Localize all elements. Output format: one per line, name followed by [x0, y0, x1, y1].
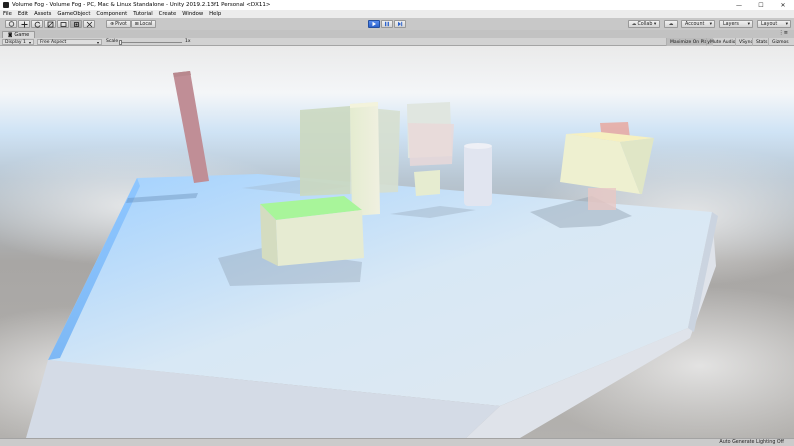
pivot-icon: ⊕	[110, 21, 115, 27]
window-controls: — ☐ ✕	[728, 0, 794, 10]
chevron-down-icon: ▾	[28, 39, 31, 45]
mute-audio-label: Mute Audio	[710, 39, 736, 45]
game-view-toolbar: Display 1 ▾ Free Aspect ▾ Scale 1x Maxim…	[0, 38, 794, 46]
layers-label: Layers	[723, 21, 739, 27]
unity-logo-icon	[3, 2, 9, 8]
chevron-down-icon: ▾	[96, 39, 99, 45]
gizmos-label: Gizmos	[772, 39, 789, 45]
hand-tool-button[interactable]	[5, 20, 17, 28]
minimize-button[interactable]: —	[728, 0, 750, 10]
local-icon: ⊞	[134, 21, 139, 27]
menu-window[interactable]: Window	[179, 11, 206, 17]
scale-label: Scale	[106, 39, 119, 44]
rotate-icon	[34, 21, 40, 28]
hand-icon	[8, 21, 14, 27]
display-dropdown[interactable]: Display 1 ▾	[2, 39, 34, 45]
chevron-down-icon: ▾	[747, 21, 750, 27]
menu-gameobject[interactable]: GameObject	[54, 11, 93, 17]
layout-dropdown[interactable]: Layout ▾	[757, 20, 791, 28]
collab-label: Collab ▾	[637, 21, 657, 27]
menu-bar: File Edit Assets GameObject Component Tu…	[0, 10, 794, 18]
step-icon	[398, 21, 403, 27]
close-button[interactable]: ✕	[772, 0, 794, 10]
cylinder	[464, 144, 492, 206]
custom-tool-button[interactable]	[83, 20, 95, 28]
play-icon	[372, 21, 376, 27]
collab-button[interactable]: ☁ Collab ▾	[628, 20, 660, 28]
account-label: Account	[685, 21, 705, 27]
scale-slider-thumb[interactable]	[119, 39, 122, 45]
rect-tool-button[interactable]	[57, 20, 69, 28]
menu-assets[interactable]: Assets	[31, 11, 54, 17]
pivot-toggle[interactable]: ⊕ Pivot	[106, 20, 131, 28]
cylinder-top	[464, 143, 492, 149]
stats-label: Stats	[756, 39, 768, 45]
menu-help[interactable]: Help	[206, 11, 224, 17]
transform-icon	[73, 21, 79, 27]
status-bar: Auto Generate Lighting Off	[0, 438, 794, 446]
layers-dropdown[interactable]: Layers ▾	[719, 20, 753, 28]
scale-value: 1x	[185, 39, 191, 44]
play-button[interactable]	[368, 20, 380, 28]
aspect-dropdown[interactable]: Free Aspect ▾	[37, 39, 102, 45]
services-button[interactable]: ☁	[664, 20, 678, 28]
chevron-down-icon: ▾	[709, 21, 712, 27]
pivot-label: Pivot	[115, 21, 127, 27]
local-toggle[interactable]: ⊞ Local	[131, 20, 156, 28]
move-icon	[21, 21, 27, 27]
move-tool-button[interactable]	[18, 20, 30, 28]
tall-column	[350, 102, 380, 216]
game-icon: ◙	[8, 32, 13, 38]
window-titlebar: Volume Fog - Volume Fog - PC, Mac & Linu…	[0, 0, 794, 10]
aspect-label: Free Aspect	[40, 39, 67, 45]
tab-bar: ◙ Game ⋮≡	[0, 30, 794, 38]
layout-label: Layout	[761, 21, 778, 27]
pause-icon	[385, 21, 389, 27]
pink-box	[408, 123, 454, 166]
local-label: Local	[139, 21, 153, 27]
menu-file[interactable]: File	[0, 11, 15, 17]
game-viewport[interactable]	[0, 46, 794, 438]
scale-tool-button[interactable]	[44, 20, 56, 28]
back-box-left	[300, 106, 350, 196]
menu-tutorial[interactable]: Tutorial	[130, 11, 155, 17]
right-cube-base	[588, 188, 616, 210]
maximize-on-play-label: Maximize On Play	[670, 39, 710, 45]
tools-icon	[86, 21, 92, 27]
window-title: Volume Fog - Volume Fog - PC, Mac & Linu…	[12, 2, 271, 8]
chevron-down-icon: ▾	[785, 21, 788, 27]
tab-menu-icon[interactable]: ⋮≡	[779, 30, 788, 36]
cloud-services-icon: ☁	[668, 21, 674, 27]
transform-tool-button[interactable]	[70, 20, 82, 28]
menu-edit[interactable]: Edit	[15, 11, 31, 17]
step-button[interactable]	[394, 20, 406, 28]
mute-audio-toggle[interactable]: Mute Audio	[706, 38, 739, 46]
gizmos-toggle[interactable]: Gizmos	[768, 38, 792, 46]
rect-transform-icon	[60, 21, 66, 27]
vsync-label: VSync	[739, 39, 753, 45]
tab-game[interactable]: ◙ Game	[2, 31, 36, 38]
small-cube	[414, 170, 440, 196]
rotate-tool-button[interactable]	[31, 20, 43, 28]
maximize-button[interactable]: ☐	[750, 0, 772, 10]
display-label: Display 1	[5, 39, 26, 45]
scale-icon	[47, 21, 53, 27]
scale-slider[interactable]	[119, 39, 182, 45]
game-render	[0, 46, 794, 438]
cloud-icon: ☁	[631, 21, 637, 27]
menu-create[interactable]: Create	[156, 11, 180, 17]
lighting-status: Auto Generate Lighting Off	[719, 440, 784, 445]
menu-component[interactable]: Component	[93, 11, 130, 17]
account-dropdown[interactable]: Account ▾	[681, 20, 715, 28]
pause-button[interactable]	[381, 20, 393, 28]
